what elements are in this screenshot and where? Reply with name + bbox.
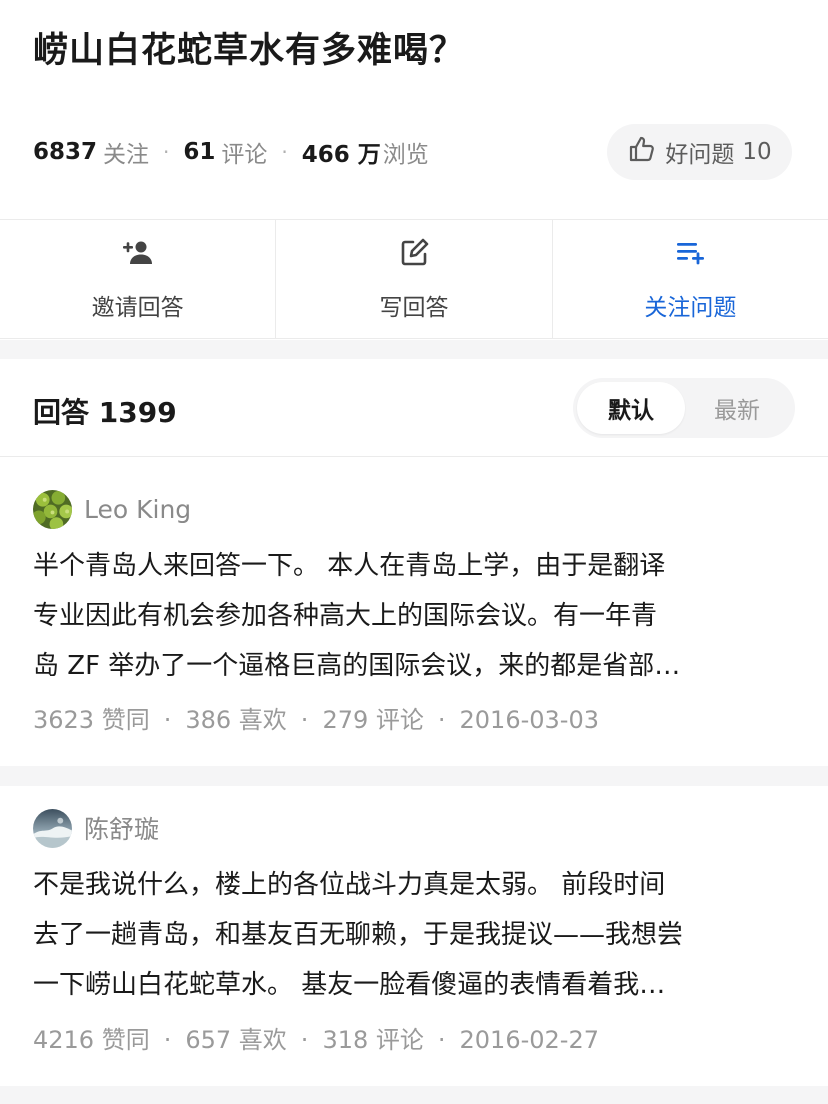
excerpt-line: 岛 ZF 举办了一个逼格巨高的国际会议，来的都是省部… xyxy=(33,651,681,681)
question-title: 崂山白花蛇草水有多难喝？ xyxy=(33,31,466,71)
answers-number: 1399 xyxy=(98,396,177,429)
followers-count: 6837 xyxy=(33,139,98,165)
section-divider xyxy=(0,1086,828,1104)
views-count: 466 万 xyxy=(301,142,381,168)
favs-count: 386 喜欢 xyxy=(185,706,287,734)
edit-icon xyxy=(397,236,431,276)
answers-count: 回答 1399 xyxy=(33,391,177,431)
answers-label: 回答 xyxy=(33,396,90,429)
section-divider xyxy=(0,340,828,359)
stats-separator: · xyxy=(163,140,170,164)
add-user-icon xyxy=(121,236,155,276)
section-divider xyxy=(0,766,828,786)
answer-author[interactable]: 陈舒璇 xyxy=(33,808,159,848)
answer-card[interactable]: Leo King 半个青岛人来回答一下。 本人在青岛上学，由于是翻译 专业因此有… xyxy=(0,489,828,765)
follow-question-label: 关注问题 xyxy=(644,295,737,321)
answer-excerpt[interactable]: 不是我说什么，楼上的各位战斗力真是太弱。 前段时间 去了一趟青岛，和基友百无聊赖… xyxy=(33,860,793,1010)
answer-card[interactable]: 陈舒璇 不是我说什么，楼上的各位战斗力真是太弱。 前段时间 去了一趟青岛，和基友… xyxy=(0,808,828,1084)
sort-default-tab[interactable]: 默认 xyxy=(577,382,685,434)
excerpt-line: 不是我说什么，楼上的各位战斗力真是太弱。 前段时间 xyxy=(33,870,666,900)
question-action-bar: 邀请回答 写回答 关注问题 xyxy=(0,219,828,339)
sort-toggle: 默认 最新 xyxy=(573,378,795,438)
stats-separator: · xyxy=(281,140,288,164)
answer-date: 2016-03-03 xyxy=(459,706,599,734)
comments-count: 318 评论 xyxy=(322,1026,424,1054)
likes-count: 4216 赞同 xyxy=(33,1026,150,1054)
excerpt-line: 专业因此有机会参加各种高大上的国际会议。有一年青 xyxy=(33,601,658,631)
good-question-label: 好问题 xyxy=(665,142,735,168)
likes-count: 3623 赞同 xyxy=(33,706,150,734)
answer-excerpt[interactable]: 半个青岛人来回答一下。 本人在青岛上学，由于是翻译 专业因此有机会参加各种高大上… xyxy=(33,541,793,691)
avatar[interactable] xyxy=(33,489,72,529)
author-name[interactable]: 陈舒璇 xyxy=(84,810,159,846)
answers-header: 回答 1399 默认 最新 xyxy=(0,359,828,457)
good-question-count: 10 xyxy=(742,139,772,165)
list-add-icon xyxy=(673,236,707,276)
answer-date: 2016-02-27 xyxy=(459,1026,599,1054)
author-name[interactable]: Leo King xyxy=(84,495,191,524)
excerpt-line: 一下崂山白花蛇草水。 基友一脸看傻逼的表情看着我… xyxy=(33,970,666,1000)
answer-meta: 4216 赞同 · 657 喜欢 · 318 评论 · 2016-02-27 xyxy=(33,1026,599,1054)
comments-label: 评论 xyxy=(221,142,268,168)
thumbs-up-icon xyxy=(627,134,657,170)
avatar[interactable] xyxy=(33,808,72,848)
answer-meta: 3623 赞同 · 386 喜欢 · 279 评论 · 2016-03-03 xyxy=(33,706,599,734)
favs-count: 657 喜欢 xyxy=(185,1026,287,1054)
question-stats: 6837 关注 · 61 评论 · 466 万 浏览 xyxy=(33,137,429,168)
invite-answer-button[interactable]: 邀请回答 xyxy=(0,220,275,338)
follow-question-button[interactable]: 关注问题 xyxy=(551,220,828,338)
comments-count: 61 xyxy=(183,139,216,165)
good-question-button[interactable]: 好问题 10 xyxy=(607,124,792,180)
invite-answer-label: 邀请回答 xyxy=(91,295,184,321)
write-answer-button[interactable]: 写回答 xyxy=(275,220,551,338)
comments-count: 279 评论 xyxy=(322,706,424,734)
excerpt-line: 半个青岛人来回答一下。 本人在青岛上学，由于是翻译 xyxy=(33,551,666,581)
views-label: 浏览 xyxy=(382,142,429,168)
answer-author[interactable]: Leo King xyxy=(33,489,191,529)
followers-label: 关注 xyxy=(103,142,150,168)
sort-latest-tab[interactable]: 最新 xyxy=(683,382,791,434)
excerpt-line: 去了一趟青岛，和基友百无聊赖，于是我提议——我想尝 xyxy=(33,920,684,950)
write-answer-label: 写回答 xyxy=(379,295,449,321)
